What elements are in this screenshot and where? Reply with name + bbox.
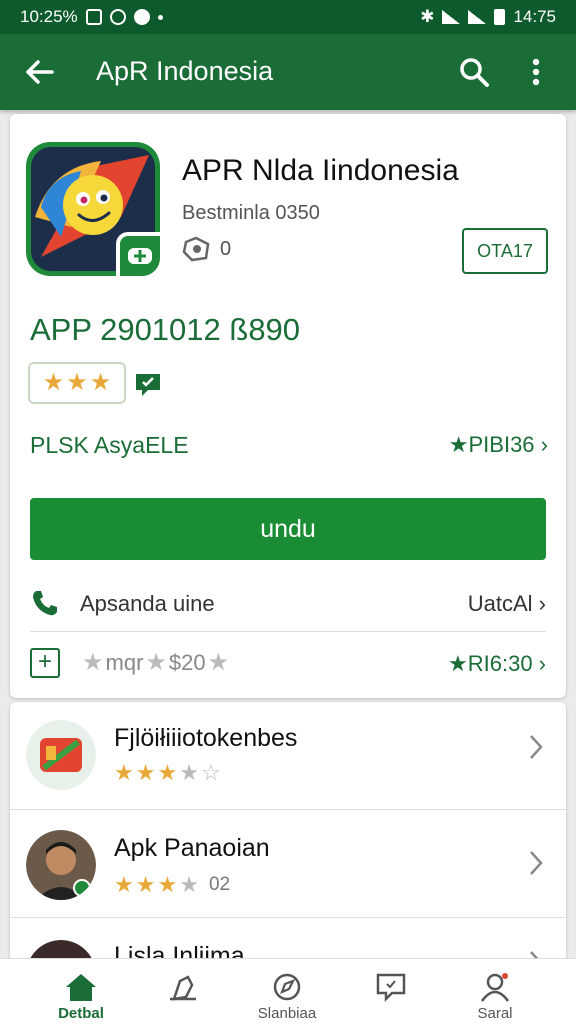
list-item-rating: ★ ★ ★ ★ ☆ xyxy=(114,762,221,784)
app-detail-card: APR Nlda Iindonesia Bestminla 0350 0 OTA… xyxy=(10,114,566,698)
star-icon: ★ xyxy=(135,760,156,785)
compass-icon xyxy=(273,973,301,1001)
review-chat-icon[interactable] xyxy=(134,368,166,398)
star-icon: ★ xyxy=(42,369,65,396)
related-apps-list: Fjlöiłiiiotokenbes ★ ★ ★ ★ ☆ Apk Panaoia… xyxy=(10,702,566,962)
add-icon[interactable]: + xyxy=(30,648,60,678)
notification-icon xyxy=(85,9,102,25)
plus-badge-icon xyxy=(116,232,164,280)
offer-label: mqr xyxy=(105,649,144,675)
nav-label: Detbal xyxy=(58,1005,104,1022)
more-vert-icon[interactable] xyxy=(520,54,552,90)
back-arrow-icon[interactable] xyxy=(24,56,56,88)
nav-item-explore[interactable]: Slanbiaa xyxy=(232,959,342,1024)
star-icon: ★ xyxy=(135,872,156,897)
nav-item-profile[interactable]: Saral xyxy=(440,959,550,1024)
list-item-title: Apk Panaoian xyxy=(114,834,270,862)
chevron-right-icon xyxy=(530,851,543,875)
rating-stars: ★ ★ ★ xyxy=(28,362,126,404)
avatar xyxy=(26,830,96,900)
wifi-icon xyxy=(442,10,461,24)
bottom-navigation: Detbal Slanbiaa Saral xyxy=(0,958,576,1024)
contact-label: Apsanda uine xyxy=(80,591,215,616)
app-price-line: APP 2901012 ß890 xyxy=(30,312,301,347)
install-count-icon xyxy=(182,236,210,262)
star-icon: ★ xyxy=(157,760,178,785)
app-logo-icon xyxy=(26,142,164,280)
search-icon[interactable] xyxy=(456,54,492,90)
pen-icon xyxy=(170,975,196,1001)
offer-link[interactable]: ★RI6:30 › xyxy=(448,651,546,677)
page-title: ApR Indonesia xyxy=(96,56,274,86)
section-label: PLSK AsyaELE xyxy=(30,432,189,458)
dot-icon xyxy=(157,14,163,20)
list-item[interactable]: Fjlöiłiiiotokenbes ★ ★ ★ ★ ☆ xyxy=(10,702,566,810)
sync-icon xyxy=(109,9,126,25)
star-icon: ★ xyxy=(179,760,199,785)
message-icon xyxy=(376,973,406,1003)
star-icon: ★ xyxy=(207,649,230,676)
status-bar: 10:25% ✱ 14:75 xyxy=(0,0,576,34)
star-icon: ★ xyxy=(179,872,199,897)
star-outline-icon: ☆ xyxy=(200,760,221,785)
app-thumbnail xyxy=(26,720,96,790)
contact-value: UatcAl › xyxy=(467,591,546,616)
app-name: APR Nlda Iindonesia xyxy=(182,154,459,187)
star-icon: ★ xyxy=(114,872,134,897)
list-item[interactable]: Lisla Inliima xyxy=(10,918,566,962)
nav-item-detail[interactable]: Detbal xyxy=(26,959,136,1024)
list-item[interactable]: Apk Panaoian ★ ★ ★ ★ 02 xyxy=(10,810,566,918)
star-icon: ★ xyxy=(89,369,112,396)
app-bar: ApR Indonesia xyxy=(0,34,576,110)
status-time: 10:25% xyxy=(20,7,78,26)
star-icon: ★ xyxy=(157,872,178,897)
star-icon: ★ xyxy=(82,649,104,676)
battery-icon xyxy=(494,9,506,25)
developer-name: Bestminla 0350 xyxy=(182,202,320,224)
chat-bubble-icon xyxy=(133,9,150,25)
bluetooth-icon: ✱ xyxy=(420,7,435,26)
nav-item-messages[interactable] xyxy=(336,959,446,1024)
list-item-title: Fjlöiłiiiotokenbes xyxy=(114,724,298,752)
install-count: 0 xyxy=(220,238,232,260)
offer-row[interactable]: + ★ mqr ★ $20 ★ ★RI6:30 › xyxy=(30,636,546,692)
signal-icon xyxy=(468,10,487,24)
list-item-count: 02 xyxy=(208,874,231,895)
profile-icon xyxy=(480,973,510,1002)
status-right-time: 14:75 xyxy=(513,7,556,26)
phone-icon xyxy=(33,591,57,616)
list-item-rating: ★ ★ ★ ★ 02 xyxy=(114,874,230,896)
star-icon: ★ xyxy=(145,649,167,676)
star-icon: ★ xyxy=(114,760,134,785)
home-icon xyxy=(66,974,96,1001)
nav-label: Saral xyxy=(477,1005,513,1022)
download-button[interactable]: undu xyxy=(30,498,546,560)
nav-label: Slanbiaa xyxy=(257,1005,317,1022)
section-link[interactable]: ★PIBI36 › xyxy=(449,432,548,458)
age-rating-badge: OTA17 xyxy=(462,228,548,274)
chevron-right-icon xyxy=(530,735,543,759)
star-icon: ★ xyxy=(66,369,88,396)
offer-price: $20 xyxy=(168,649,206,675)
offer-rating: ★ mqr ★ $20 ★ xyxy=(82,648,229,677)
contact-row[interactable]: Apsanda uine UatcAl › xyxy=(30,576,546,632)
nav-item-edit[interactable] xyxy=(128,959,238,1024)
